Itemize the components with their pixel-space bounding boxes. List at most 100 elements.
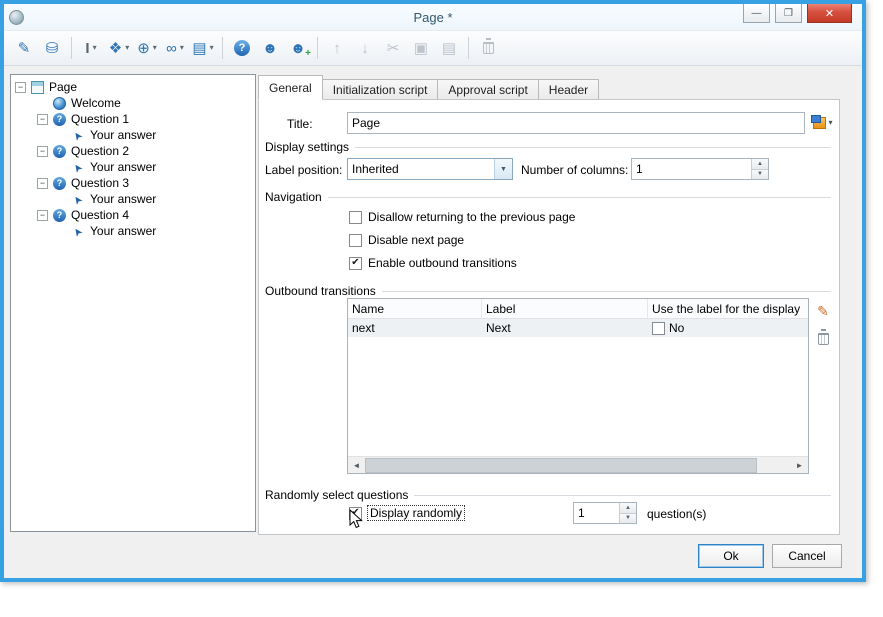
layers-button[interactable]: ▤ ▾ [190,35,216,61]
spin-down-button[interactable]: ▼ [620,512,636,523]
use-label-checkbox[interactable] [652,321,665,335]
link-button[interactable]: ∞ ▾ [162,35,188,61]
title-lookup-button[interactable]: ▾ [809,112,837,134]
tree-item-your-answer-3[interactable]: ➤ Your answer [11,191,255,207]
checkbox-checked[interactable]: ✔ [349,506,362,520]
move-up-button[interactable]: ↑ [324,35,350,61]
label-position-label: Label position: [265,163,343,177]
paste-button[interactable]: ▤ [436,35,462,61]
horizontal-scrollbar[interactable]: ◄ ► [348,456,808,473]
ok-button-label: Ok [723,549,739,563]
disable-next-page-checkbox-row[interactable]: Disable next page [349,233,464,247]
number-of-columns-stepper: ▲ ▼ [631,158,769,180]
label-position-select[interactable]: Inherited ▼ [347,158,513,180]
data-import-button[interactable]: ⛁ [39,35,65,61]
add-transition-button[interactable]: ✎ [814,302,832,320]
tab-strip: General Initialization script Approval s… [258,75,600,100]
tree-item-page[interactable]: − Page [11,79,255,95]
table-row[interactable]: next Next No [348,319,808,337]
disallow-returning-checkbox-row[interactable]: Disallow returning to the previous page [349,210,575,224]
tree-item-your-answer-1[interactable]: ➤ Your answer [11,127,255,143]
collapse-icon[interactable]: − [37,177,48,189]
combo-dropdown-button[interactable]: ▼ [494,159,512,179]
scrollbar-thumb[interactable] [365,457,757,473]
scroll-right-button[interactable]: ► [791,457,808,474]
checkbox-label: Disable next page [368,233,465,247]
delete-button[interactable] [475,35,501,61]
titlebar: Page * — ❐ ✕ [4,4,862,30]
tab-general[interactable]: General [258,75,323,100]
tree-item-question-3[interactable]: − ? Question 3 [11,175,255,191]
add-component-button[interactable]: ❖ ▾ [106,35,132,61]
display-settings-group: Display settings [265,140,831,154]
question-count-input[interactable] [574,503,619,523]
group-label: Display settings [265,140,350,154]
minimize-button[interactable]: — [743,4,770,23]
tree-item-label: Your answer [90,224,157,238]
tab-approval-script[interactable]: Approval script [438,79,539,100]
delete-transition-button[interactable] [814,329,832,348]
column-header-label[interactable]: Label [482,299,648,318]
tab-header[interactable]: Header [538,79,600,100]
display-randomly-checkbox-row[interactable]: ✔ Display randomly [349,505,466,521]
spin-up-button[interactable]: ▲ [620,503,636,513]
collapse-icon[interactable]: − [37,209,48,221]
collapse-icon[interactable]: − [15,81,26,93]
dialog-window: Page * — ❐ ✕ ✎ ⛁ I ▾ ❖ ▾ ⊕ ▾ ∞ ▾ ▤ ▾ ? ☻ ☻ + ↑… [0,0,866,582]
tab-initialization-script[interactable]: Initialization script [322,79,439,100]
enable-outbound-transitions-checkbox-row[interactable]: ✔ Enable outbound transitions [349,256,517,270]
title-input[interactable] [347,112,805,134]
close-button[interactable]: ✕ [807,4,852,23]
group-divider [414,494,831,496]
number-of-columns-input[interactable] [632,159,751,179]
chevron-down-icon: ▼ [500,165,507,173]
cut-button[interactable]: ✂ [380,35,406,61]
question-icon: ? [52,144,67,158]
add-user-button[interactable]: ☻ + [285,35,311,61]
tree-item-label: Page [49,80,78,94]
collapse-icon[interactable]: − [37,145,48,157]
scroll-left-button[interactable]: ◄ [348,457,365,474]
copy-button[interactable]: ▣ [408,35,434,61]
tree-item-label: Question 1 [71,112,130,126]
add-text-field-button[interactable]: I ▾ [78,35,104,61]
collapse-icon[interactable]: − [37,113,48,125]
tree-item-your-answer-2[interactable]: ➤ Your answer [11,159,255,175]
globe-button[interactable]: ⊕ ▾ [134,35,160,61]
checkbox-checked[interactable]: ✔ [349,256,362,270]
cancel-button-label: Cancel [788,549,826,563]
app-icon [9,9,24,25]
cut-icon: ✂ [386,39,400,57]
spin-up-button[interactable]: ▲ [752,159,768,169]
cancel-button[interactable]: Cancel [772,544,842,568]
checkbox-unchecked[interactable] [349,233,362,247]
group-label: Randomly select questions [265,488,409,502]
help-button[interactable]: ? [229,35,255,61]
check-icon: ✔ [351,507,360,518]
column-header-name[interactable]: Name [348,299,482,318]
chevron-down-icon: ▾ [92,43,97,52]
spin-down-icon: ▼ [757,171,763,178]
maximize-button[interactable]: ❐ [775,4,802,23]
tree-item-question-1[interactable]: − ? Question 1 [11,111,255,127]
column-header-use-label[interactable]: Use the label for the display [648,299,808,318]
spin-down-button[interactable]: ▼ [752,168,768,179]
spin-up-icon: ▲ [625,504,631,511]
checkbox-label: Enable outbound transitions [368,256,517,270]
move-down-button[interactable]: ↓ [352,35,378,61]
tree-item-question-4[interactable]: − ? Question 4 [11,207,255,223]
cell-label: Next [486,321,511,335]
link-icon: ∞ [166,39,177,57]
tab-label: General [269,80,312,95]
tree-item-welcome[interactable]: Welcome [11,95,255,111]
check-icon: ✔ [351,257,360,268]
toolbar-separator [71,37,72,59]
checkbox-unchecked[interactable] [349,210,362,224]
tree-item-your-answer-4[interactable]: ➤ Your answer [11,223,255,239]
ok-button[interactable]: Ok [698,544,764,568]
edit-wand-button[interactable]: ✎ [11,35,37,61]
question-icon: ? [52,176,67,190]
tree-item-question-2[interactable]: − ? Question 2 [11,143,255,159]
window-controls: — ❐ ✕ [743,4,852,23]
user-button[interactable]: ☻ [257,35,283,61]
